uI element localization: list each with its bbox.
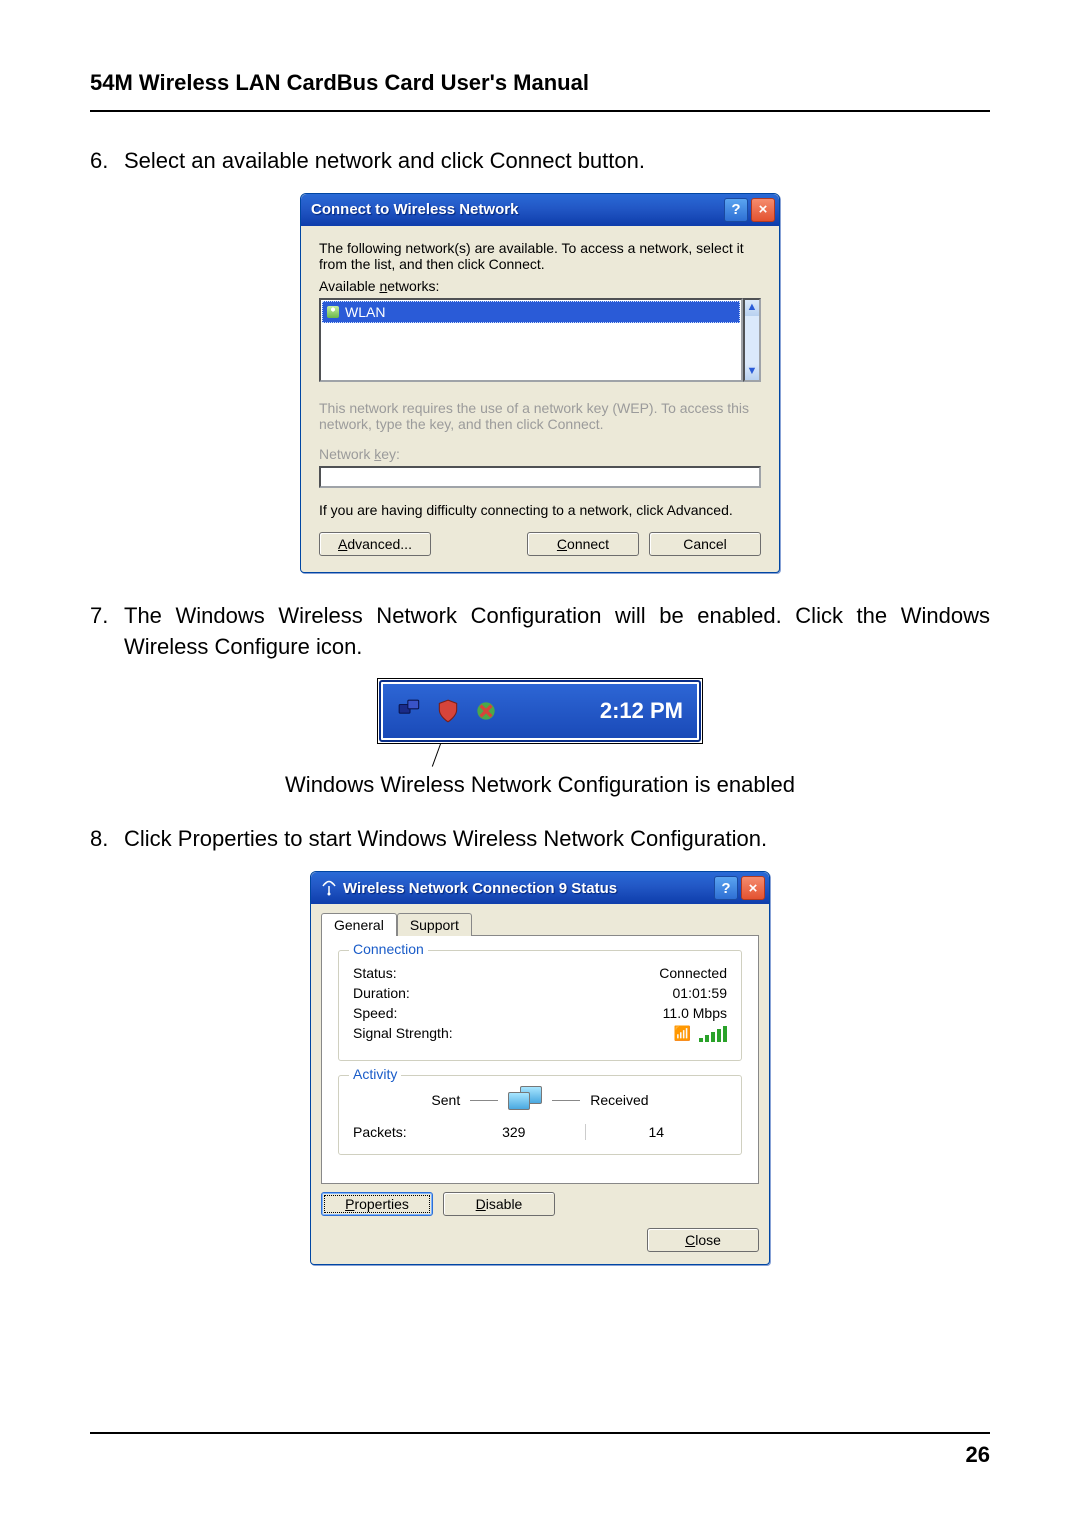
- step-8-text: Click Properties to start Windows Wirele…: [124, 824, 990, 855]
- speed-label: Speed:: [353, 1005, 397, 1021]
- step-6-text: Select an available network and click Co…: [124, 146, 990, 177]
- t: A: [338, 536, 347, 552]
- connect-titlebar[interactable]: Connect to Wireless Network ? ×: [301, 194, 779, 226]
- disable-button[interactable]: Disable: [443, 1192, 555, 1216]
- connection-group: Connection Status:Connected Duration:01:…: [338, 950, 742, 1061]
- systray-figure: 2:12 PM: [377, 678, 703, 768]
- tab-panel-general: Connection Status: Connected Duration: 01:…: [321, 935, 759, 1184]
- network-key-field[interactable]: [319, 466, 761, 488]
- activity-group: Activity Sent Received Packets: 329 14: [338, 1075, 742, 1155]
- rule-bottom: [90, 1432, 990, 1434]
- antenna-icon: [321, 880, 337, 896]
- tabs: General Support: [321, 913, 769, 936]
- systray-caption: Windows Wireless Network Configuration i…: [90, 772, 990, 798]
- step-6: 6. Select an available network and click…: [90, 146, 990, 177]
- duration-label: Duration:: [353, 985, 410, 1001]
- status-value: Connected: [659, 965, 727, 981]
- advanced-hint: If you are having difficulty connecting …: [319, 502, 761, 518]
- help-icon[interactable]: ?: [724, 198, 748, 222]
- connect-button[interactable]: Connect: [527, 532, 639, 556]
- step-7: 7. The Windows Wireless Network Configur…: [90, 601, 990, 663]
- t: lose: [695, 1232, 721, 1248]
- t: onnect: [567, 536, 609, 552]
- connection-legend: Connection: [349, 941, 428, 957]
- rule-top: [90, 110, 990, 112]
- duration-value: 01:01:59: [673, 985, 728, 1001]
- tab-general[interactable]: General: [321, 913, 397, 936]
- tab-support[interactable]: Support: [397, 913, 472, 936]
- t: dvanced...: [347, 536, 412, 552]
- available-networks-list[interactable]: WLAN ▲ ▼: [319, 298, 761, 382]
- t: C: [685, 1232, 695, 1248]
- network-icon: [327, 306, 339, 318]
- properties-button[interactable]: Properties: [321, 1192, 433, 1216]
- close-icon[interactable]: ×: [741, 876, 765, 900]
- pointer-line: [432, 744, 441, 767]
- advanced-button[interactable]: Advanced...: [319, 532, 431, 556]
- connect-title: Connect to Wireless Network: [311, 201, 724, 218]
- step-7-text: The Windows Wireless Network Configurati…: [124, 601, 990, 663]
- list-item-label: WLAN: [345, 304, 385, 320]
- line-icon: [552, 1100, 580, 1101]
- t: ey:: [381, 446, 400, 462]
- connect-intro: The following network(s) are available. …: [319, 240, 761, 272]
- connect-dialog: Connect to Wireless Network ? × The foll…: [300, 193, 780, 573]
- status-title: Wireless Network Connection 9 Status: [343, 880, 714, 897]
- available-networks-label: Available networks:: [319, 278, 761, 294]
- t: C: [557, 536, 567, 552]
- status-label: Status:: [353, 965, 397, 981]
- sent-label: Sent: [431, 1092, 460, 1108]
- speed-value: 11.0 Mbps: [663, 1005, 727, 1021]
- t: Available: [319, 278, 379, 294]
- shield-icon[interactable]: [435, 698, 461, 724]
- received-label: Received: [590, 1092, 648, 1108]
- t: isable: [486, 1196, 523, 1212]
- help-icon[interactable]: ?: [714, 876, 738, 900]
- cancel-button[interactable]: Cancel: [649, 532, 761, 556]
- packets-label: Packets:: [353, 1124, 443, 1140]
- step-7-num: 7.: [90, 601, 124, 663]
- t: D: [476, 1196, 486, 1212]
- status-dialog: Wireless Network Connection 9 Status ? ×…: [310, 871, 770, 1265]
- t: roperties: [354, 1196, 408, 1212]
- scroll-thumb[interactable]: [745, 316, 759, 364]
- activity-legend: Activity: [349, 1066, 401, 1082]
- page-number: 26: [90, 1442, 990, 1468]
- packets-sent-value: 329: [443, 1124, 586, 1140]
- line-icon: [470, 1100, 498, 1101]
- scrollbar[interactable]: ▲ ▼: [743, 298, 761, 382]
- scroll-up-icon[interactable]: ▲: [745, 300, 759, 316]
- page-title: 54M Wireless LAN CardBus Card User's Man…: [90, 70, 990, 96]
- status-titlebar[interactable]: Wireless Network Connection 9 Status ? ×: [311, 872, 769, 904]
- step-6-num: 6.: [90, 146, 124, 177]
- packets-recv-value: 14: [586, 1124, 728, 1140]
- step-8: 8. Click Properties to start Windows Wir…: [90, 824, 990, 855]
- t: etworks:: [387, 278, 439, 294]
- scroll-down-icon[interactable]: ▼: [745, 364, 759, 380]
- close-button[interactable]: Close: [647, 1228, 759, 1252]
- signal-strength-icon: 📶: [674, 1025, 727, 1042]
- step-8-num: 8.: [90, 824, 124, 855]
- network-key-label: Network key:: [319, 446, 761, 462]
- clock-text: 2:12 PM: [600, 698, 683, 724]
- wep-hint: This network requires the use of a netwo…: [319, 400, 761, 432]
- list-item-wlan[interactable]: WLAN: [322, 301, 740, 323]
- signal-label: Signal Strength:: [353, 1025, 453, 1042]
- t: Network: [319, 446, 374, 462]
- close-icon[interactable]: ×: [751, 198, 775, 222]
- blocked-icon[interactable]: [473, 698, 499, 724]
- wireless-network-icon[interactable]: [397, 698, 423, 724]
- monitors-icon: [508, 1086, 542, 1114]
